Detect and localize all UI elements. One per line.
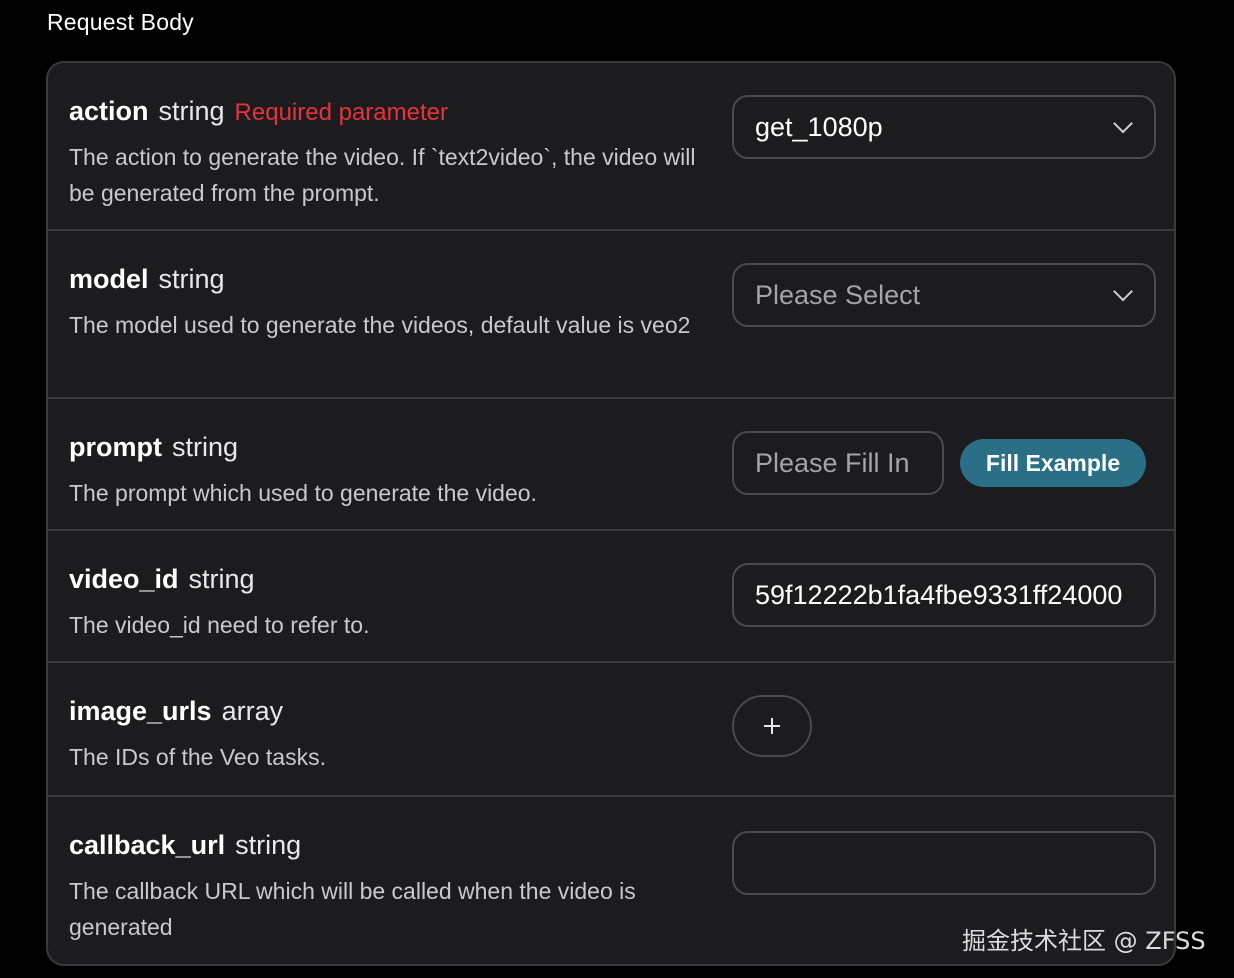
param-header: prompt string — [69, 432, 238, 463]
action-select-value: get_1080p — [755, 111, 883, 142]
param-header: action string Required parameter — [69, 96, 448, 127]
param-name: image_urls — [69, 696, 212, 726]
param-type: string — [158, 264, 225, 294]
video-id-input[interactable]: 59f12222b1fa4fbe9331ff24000 — [732, 563, 1156, 627]
param-header: video_id string — [69, 564, 255, 595]
model-select[interactable]: Please Select — [732, 263, 1156, 327]
request-body-title: Request Body — [47, 9, 194, 35]
model-select-placeholder: Please Select — [755, 279, 921, 310]
param-description: The prompt which used to generate the vi… — [69, 480, 537, 506]
param-type: string — [171, 432, 239, 462]
action-select[interactable]: get_1080p — [732, 95, 1156, 159]
plus-icon — [764, 718, 780, 734]
prompt-input[interactable]: Please Fill In — [732, 431, 944, 495]
param-name: callback_url — [69, 830, 226, 860]
param-type: string — [235, 830, 302, 860]
param-description: The video_id need to refer to. — [69, 612, 370, 638]
param-name: model — [69, 264, 149, 294]
video-id-input-value: 59f12222b1fa4fbe9331ff24000 — [755, 579, 1123, 610]
param-row-prompt: prompt string The prompt which used to ge… — [48, 397, 1174, 531]
param-row-video-id: video_id string The video_id need to refe… — [48, 529, 1174, 663]
watermark: 掘金技术社区 @ ZFSS — [962, 927, 1206, 955]
param-header: image_urls array — [69, 696, 283, 727]
param-type: string — [158, 96, 225, 126]
add-image-url-button[interactable] — [732, 695, 812, 757]
chevron-down-icon — [1113, 281, 1133, 302]
param-row-image-urls: image_urls array The IDs of the Veo tasks… — [48, 661, 1174, 797]
param-header: callback_url string — [69, 830, 301, 861]
param-type: array — [221, 696, 284, 726]
required-badge: Required parameter — [234, 99, 448, 126]
param-header: model string — [69, 264, 225, 295]
chevron-down-icon — [1113, 113, 1133, 134]
param-description: The callback URL which will be called wh… — [69, 878, 636, 940]
param-name: video_id — [69, 564, 179, 594]
param-description: The action to generate the video. If `te… — [69, 144, 696, 206]
callback-url-input[interactable] — [732, 831, 1156, 895]
param-name: action — [69, 96, 149, 126]
param-description: The model used to generate the videos, d… — [69, 312, 691, 338]
fill-example-button[interactable]: Fill Example — [960, 439, 1146, 487]
param-row-action: action string Required parameter The actio… — [48, 63, 1174, 231]
param-name: prompt — [69, 432, 162, 462]
param-description: The IDs of the Veo tasks. — [69, 744, 326, 770]
prompt-input-placeholder: Please Fill In — [755, 447, 910, 478]
request-body-panel: action string Required parameter The actio… — [46, 61, 1176, 966]
param-type: string — [188, 564, 255, 594]
param-row-model: model string The model used to generate t… — [48, 229, 1174, 399]
